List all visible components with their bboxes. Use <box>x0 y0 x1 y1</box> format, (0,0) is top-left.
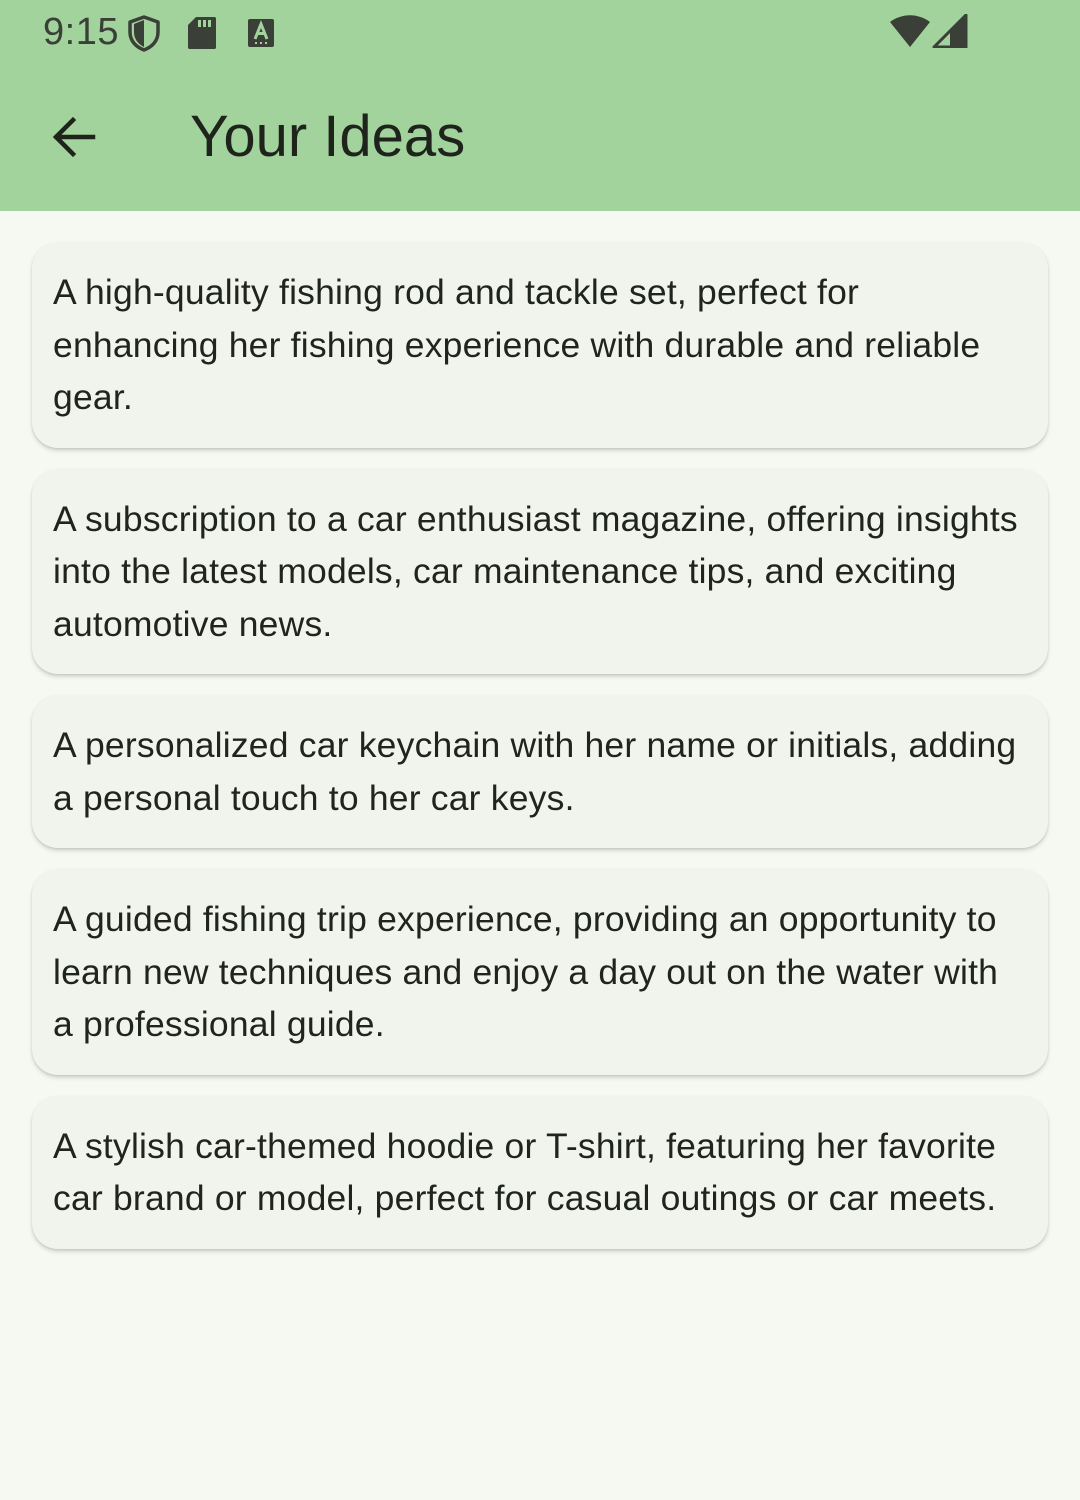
idea-card[interactable]: A subscription to a car enthusiast magaz… <box>32 468 1048 674</box>
app-bar: 9:15 Your Ideas <box>0 0 1080 211</box>
idea-card[interactable]: A personalized car keychain with her nam… <box>32 695 1048 848</box>
idea-card[interactable]: A guided fishing trip experience, provid… <box>32 869 1048 1075</box>
idea-text: A personalized car keychain with her nam… <box>53 725 1017 818</box>
shield-icon <box>126 14 162 57</box>
idea-text: A stylish car-themed hoodie or T-shirt, … <box>53 1125 997 1219</box>
status-bar: 9:15 <box>0 0 1080 70</box>
page-title: Your Ideas <box>190 104 466 169</box>
idea-card[interactable]: A high-quality fishing rod and tackle se… <box>32 242 1048 448</box>
idea-text: A subscription to a car enthusiast magaz… <box>53 498 1018 644</box>
keyboard-a-icon <box>247 18 275 53</box>
status-time: 9:15 <box>43 11 119 53</box>
sd-card-icon <box>187 15 217 56</box>
ideas-list: A high-quality fishing rod and tackle se… <box>32 242 1048 1270</box>
wifi-icon <box>888 14 932 53</box>
arrow-left-icon <box>51 114 97 160</box>
idea-card[interactable]: A stylish car-themed hoodie or T-shirt, … <box>32 1095 1048 1249</box>
signal-icon <box>932 13 968 53</box>
back-button[interactable] <box>40 103 108 171</box>
idea-text: A guided fishing trip experience, provid… <box>53 899 999 1044</box>
idea-text: A high-quality fishing rod and tackle se… <box>53 272 981 417</box>
